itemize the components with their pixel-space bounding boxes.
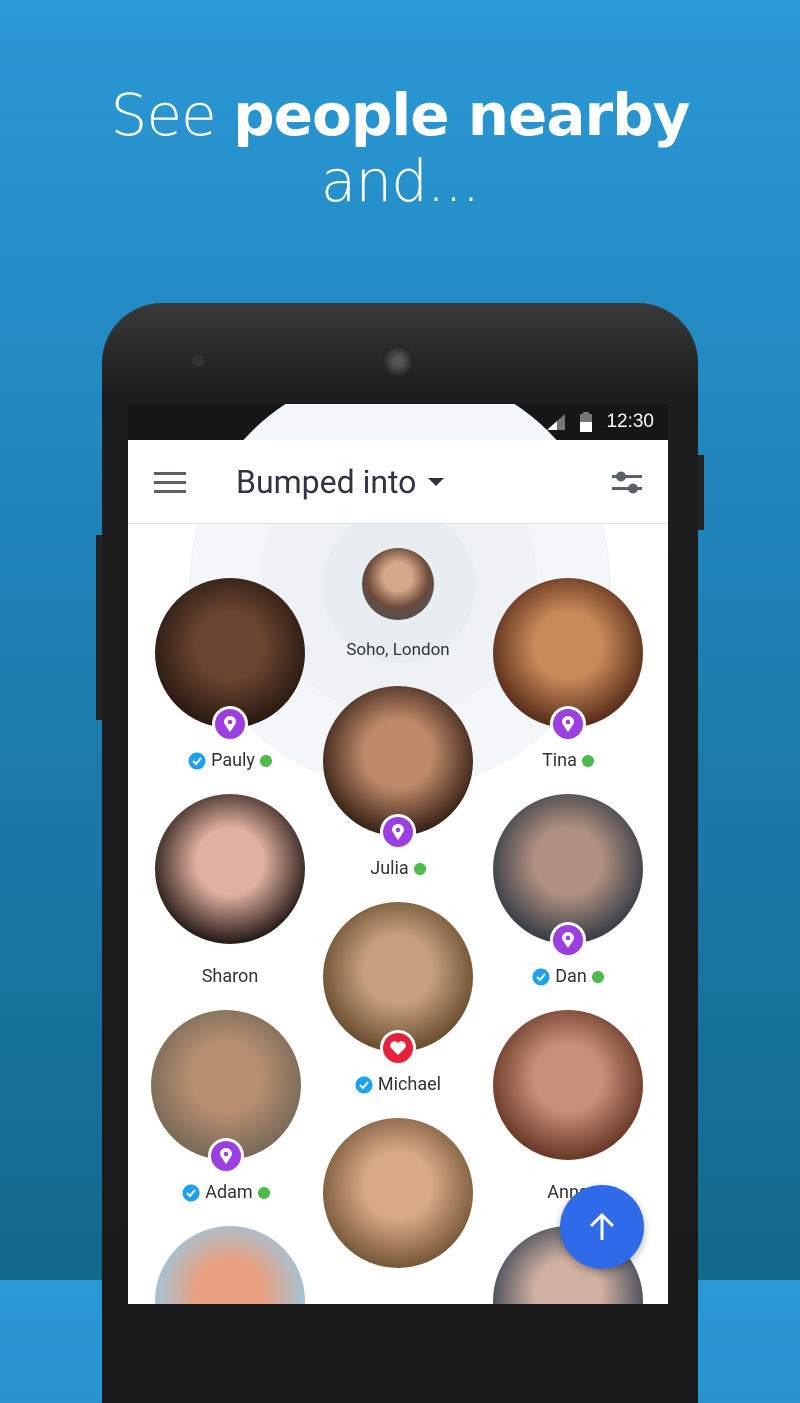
phone-screen: 12:30 Bumped into Soho, London Pauly Tina… <box>128 404 668 1304</box>
profile-photo[interactable] <box>323 1118 473 1268</box>
earpiece-speaker <box>382 345 414 377</box>
verified-icon <box>355 1076 373 1093</box>
location-badge <box>380 814 416 850</box>
app-bar: Bumped into <box>128 440 668 524</box>
online-indicator <box>413 862 426 875</box>
online-indicator <box>259 754 272 767</box>
person-card[interactable]: Julia <box>323 686 473 879</box>
arrow-up-icon <box>589 1212 615 1240</box>
location-badge <box>212 706 248 742</box>
front-camera-icon <box>192 355 204 367</box>
person-card[interactable]: Sharon <box>155 794 305 987</box>
hamburger-icon[interactable] <box>154 470 186 494</box>
person-name: Adam <box>205 1182 253 1203</box>
my-avatar[interactable] <box>362 548 434 620</box>
verified-icon <box>188 752 206 769</box>
heart-badge <box>380 1030 416 1066</box>
profile-photo[interactable] <box>493 1010 643 1160</box>
phone-side-button <box>96 535 102 720</box>
location-pin-icon <box>392 824 404 840</box>
person-card[interactable]: Anna <box>493 1010 643 1203</box>
headline: See people nearby and... <box>110 81 691 215</box>
location-badge <box>550 706 586 742</box>
person-name: Sharon <box>201 966 259 987</box>
person-card[interactable] <box>323 1118 473 1268</box>
location-label: Soho, London <box>346 640 450 660</box>
view-selector-dropdown[interactable]: Bumped into <box>236 462 445 501</box>
person-card[interactable] <box>155 1226 305 1304</box>
app-bar-title: Bumped into <box>236 462 417 501</box>
caret-down-icon <box>428 477 445 486</box>
person-name: Dan <box>555 966 587 987</box>
heart-icon <box>390 1041 406 1055</box>
online-indicator <box>581 754 594 767</box>
profile-photo[interactable] <box>155 1226 305 1304</box>
profile-photo[interactable] <box>155 794 305 944</box>
location-badge <box>550 922 586 958</box>
location-pin-icon <box>562 716 574 732</box>
phone-side-button <box>698 455 704 530</box>
person-name: Pauly <box>211 750 255 771</box>
person-name: Michael <box>377 1074 442 1095</box>
person-card[interactable]: Pauly <box>155 578 305 771</box>
scroll-top-button[interactable] <box>560 1185 644 1269</box>
person-card[interactable]: Adam <box>151 1010 301 1203</box>
location-pin-icon <box>220 1148 232 1164</box>
online-indicator <box>257 1186 270 1199</box>
person-card[interactable]: Tina <box>493 578 643 771</box>
verified-icon <box>532 968 550 985</box>
person-card[interactable]: Dan <box>493 794 643 987</box>
person-name: Julia <box>370 858 409 879</box>
verified-icon <box>182 1184 200 1201</box>
location-pin-icon <box>224 716 236 732</box>
sliders-icon[interactable] <box>612 468 642 496</box>
online-indicator <box>591 970 604 983</box>
person-name: Tina <box>542 750 577 771</box>
location-pin-icon <box>562 932 574 948</box>
location-badge <box>208 1138 244 1174</box>
person-card[interactable]: Michael <box>323 902 473 1095</box>
